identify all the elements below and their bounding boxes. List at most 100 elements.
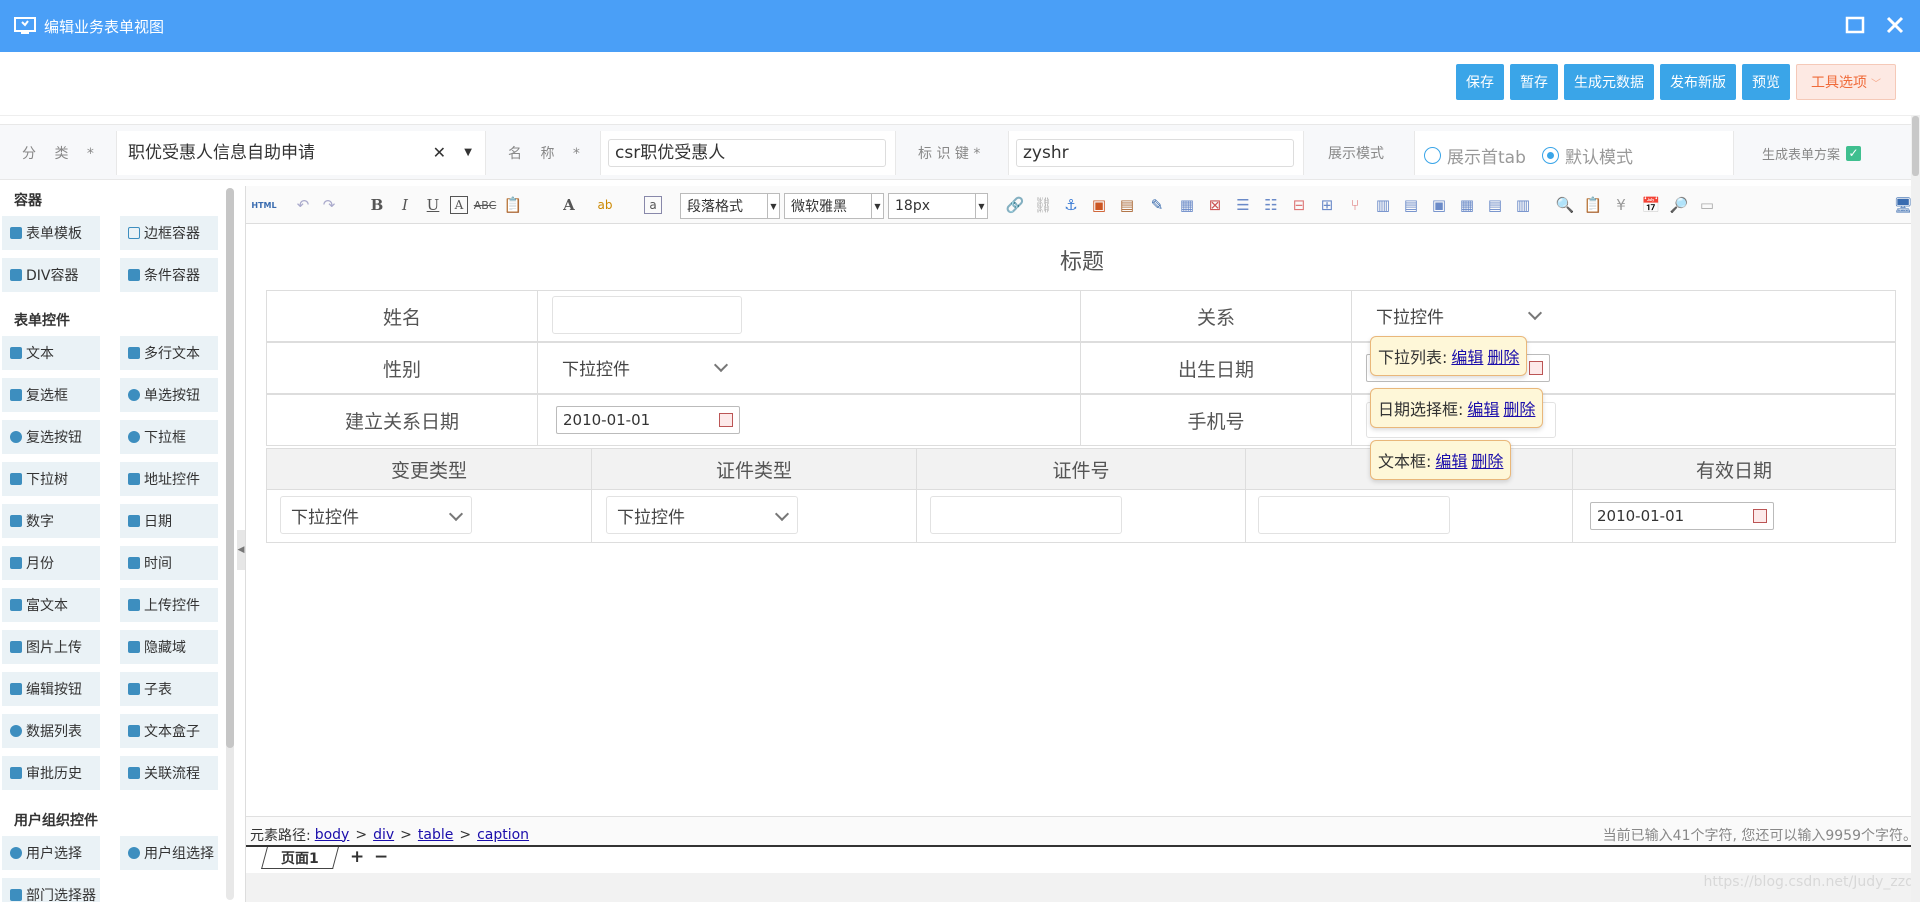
html-source-icon[interactable]: HTML [251, 196, 276, 214]
label-cell[interactable]: 建立关系日期 [266, 394, 538, 446]
palette-item[interactable]: 复选框 [2, 378, 100, 412]
form-caption[interactable]: 标题 [246, 244, 1918, 276]
generate-metadata-button[interactable]: 生成元数据 [1564, 64, 1654, 100]
subtable-header[interactable]: 有效日期 [1572, 448, 1896, 490]
insert-image-icon[interactable]: ▤ [1118, 196, 1136, 214]
split-cols-icon[interactable]: ▥ [1514, 196, 1532, 214]
palette-item[interactable]: 审批历史 [2, 756, 100, 790]
palette-item[interactable]: 富文本 [2, 588, 100, 622]
highlight-icon[interactable]: ab [596, 196, 614, 214]
palette-item[interactable]: 下拉树 [2, 462, 100, 496]
link-icon[interactable]: 🔗 [1006, 196, 1025, 214]
label-cell[interactable]: 出生日期 [1080, 342, 1352, 394]
valid-date-input[interactable]: 2010-01-01 [1590, 502, 1774, 530]
palette-item[interactable]: 条件容器 [120, 258, 218, 292]
paste-special-icon[interactable]: 📋 [1584, 196, 1603, 214]
page-icon[interactable]: ▭ [1698, 196, 1716, 214]
brush-icon[interactable]: ✎ [1148, 196, 1166, 214]
add-page-icon[interactable]: + [350, 847, 364, 867]
split-cells-icon[interactable]: ▦ [1458, 196, 1476, 214]
palette-item[interactable]: 下拉框 [120, 420, 218, 454]
category-select[interactable]: 职优受惠人信息自助申请 ✕ ▼ [122, 139, 480, 167]
mode-default-radio[interactable]: 默认模式 [1542, 143, 1633, 168]
undo-icon[interactable]: ↶ [294, 196, 312, 214]
palette-item[interactable]: 数据列表 [2, 714, 100, 748]
path-caption-link[interactable]: caption [477, 827, 529, 843]
palette-item[interactable]: 部门选择器 [2, 878, 100, 902]
calendar-icon[interactable] [1529, 361, 1543, 375]
palette-item[interactable]: 表单模板 [2, 216, 100, 250]
palette-item[interactable]: 日期 [120, 504, 218, 538]
palette-item[interactable]: 边框容器 [120, 216, 218, 250]
edit-link[interactable]: 编辑 [1451, 344, 1483, 368]
palette-item[interactable]: 时间 [120, 546, 218, 580]
path-body-link[interactable]: body [315, 827, 350, 843]
calendar-icon[interactable] [1753, 509, 1767, 523]
unlink-icon[interactable]: ⛓ [1033, 196, 1052, 214]
palette-item[interactable]: 多行文本 [120, 336, 218, 370]
delete-link[interactable]: 删除 [1471, 448, 1503, 472]
paragraph-format-select[interactable]: 段落格式 ▼ [680, 193, 780, 219]
id-type-select[interactable]: 下拉控件 [606, 496, 798, 534]
palette-item[interactable]: 关联流程 [120, 756, 218, 790]
label-cell[interactable]: 性别 [266, 342, 538, 394]
preview-button[interactable]: 预览 [1742, 64, 1790, 100]
label-cell[interactable]: 关系 [1080, 290, 1352, 342]
clear-icon[interactable]: ✕ [433, 140, 446, 166]
table-icon[interactable]: ▦ [1178, 196, 1196, 214]
palette-item[interactable]: 用户选择 [2, 836, 100, 870]
merge-cells-icon[interactable]: ▥ [1374, 196, 1392, 214]
calendar-icon[interactable]: 📅 [1642, 196, 1661, 214]
subtable-header[interactable]: 证件类型 [591, 448, 917, 490]
bold-icon[interactable]: B [368, 196, 386, 214]
name-text-input[interactable] [552, 296, 742, 334]
text-icon[interactable]: a [644, 196, 662, 214]
font-color-icon[interactable]: A [560, 196, 578, 214]
anchor-icon[interactable]: ⚓ [1062, 196, 1080, 214]
palette-item[interactable]: 隐藏域 [120, 630, 218, 664]
split-rows-icon[interactable]: ▤ [1486, 196, 1504, 214]
insert-col-icon[interactable]: ☷ [1262, 196, 1280, 214]
font-size-select[interactable]: 18px ▼ [888, 193, 988, 219]
palette-item[interactable]: 用户组选择 [120, 836, 218, 870]
design-canvas[interactable]: 标题 姓名 关系 性别 出生日期 建立关系日期 手机号 下拉控件 下拉控件 20… [246, 224, 1920, 814]
scroll-thumb[interactable] [1912, 116, 1919, 176]
palette-item[interactable]: 编辑按钮 [2, 672, 100, 706]
palette-item[interactable]: 单选按钮 [120, 378, 218, 412]
delete-row-icon[interactable]: ⊟ [1290, 196, 1308, 214]
subtable-header[interactable]: 证件号 [916, 448, 1246, 490]
paste-icon[interactable]: 📋 [504, 196, 523, 214]
font-family-select[interactable]: 微软雅黑 ▼ [784, 193, 884, 219]
page-tab[interactable]: 页面1 [261, 847, 339, 869]
path-div-link[interactable]: div [373, 827, 394, 843]
label-cell[interactable]: 姓名 [266, 290, 538, 342]
palette-item[interactable]: 图片上传 [2, 630, 100, 664]
page-scrollbar[interactable] [1911, 116, 1920, 902]
mode-tab-radio[interactable]: 展示首tab [1424, 143, 1526, 168]
palette-item[interactable]: 数字 [2, 504, 100, 538]
palette-item[interactable]: 文本 [2, 336, 100, 370]
merge-right-icon[interactable]: ▤ [1402, 196, 1420, 214]
delete-table-icon[interactable]: ⊠ [1206, 196, 1224, 214]
close-icon[interactable] [1884, 14, 1906, 36]
image-icon[interactable]: ▣ [1090, 196, 1108, 214]
delete-col-icon[interactable]: ⊞ [1318, 196, 1336, 214]
palette-item[interactable]: 月份 [2, 546, 100, 580]
draft-button[interactable]: 暂存 [1510, 64, 1558, 100]
delete-link[interactable]: 删除 [1487, 344, 1519, 368]
currency-icon[interactable]: ¥ [1612, 196, 1630, 214]
change-type-select[interactable]: 下拉控件 [280, 496, 472, 534]
collapse-sidebar-handle[interactable]: ◀ [237, 530, 245, 570]
palette-item[interactable]: 子表 [120, 672, 218, 706]
scroll-thumb[interactable] [226, 188, 234, 748]
redo-icon[interactable]: ↷ [320, 196, 338, 214]
search-icon[interactable]: 🔍 [1556, 196, 1575, 214]
palette-item[interactable]: 地址控件 [120, 462, 218, 496]
relation-select[interactable]: 下拉控件 [1366, 296, 1550, 334]
name-input[interactable]: csr职优受惠人 [608, 139, 886, 167]
sidebar-scrollbar[interactable] [226, 188, 234, 900]
preview-icon[interactable]: 🔎 [1670, 196, 1689, 214]
dropdown-arrow-icon[interactable]: ▼ [464, 140, 472, 166]
path-table-link[interactable]: table [418, 827, 453, 843]
gender-select[interactable]: 下拉控件 [552, 348, 736, 386]
